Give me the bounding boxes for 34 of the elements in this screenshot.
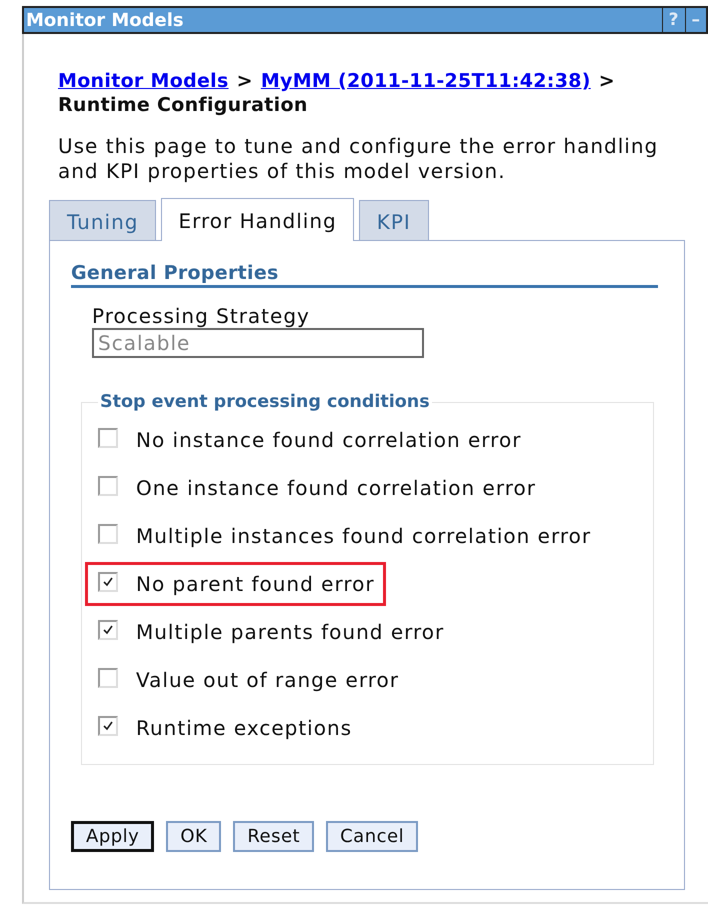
breadcrumb-separator: > bbox=[598, 69, 615, 93]
button[interactable]: Reset bbox=[233, 821, 314, 852]
checkbox-label: Runtime exceptions bbox=[136, 716, 352, 740]
page-title: Runtime Configuration bbox=[58, 93, 309, 117]
window-title: Monitor Models bbox=[25, 10, 184, 30]
breadcrumb-link[interactable]: Monitor Models bbox=[58, 69, 229, 93]
check-icon bbox=[102, 624, 114, 636]
checkbox[interactable] bbox=[98, 476, 118, 496]
button[interactable]: Cancel bbox=[326, 821, 418, 852]
check-icon bbox=[102, 720, 114, 732]
checkbox[interactable] bbox=[98, 620, 118, 640]
tab[interactable]: KPI bbox=[358, 200, 429, 240]
checkbox[interactable] bbox=[98, 668, 118, 688]
checkbox[interactable] bbox=[98, 428, 118, 448]
tab[interactable]: Tuning bbox=[49, 200, 156, 240]
checkbox-label: No parent found error bbox=[136, 572, 375, 596]
breadcrumb-link[interactable]: MyMM (2011-11-25T11:42:38) bbox=[260, 69, 591, 93]
button[interactable]: Apply bbox=[71, 821, 154, 852]
breadcrumb-separator: > bbox=[236, 69, 253, 93]
checkbox-label: Value out of range error bbox=[136, 668, 399, 692]
section-heading: General Properties bbox=[71, 262, 658, 288]
group-legend: Stop event processing conditions bbox=[98, 392, 432, 412]
check-icon bbox=[102, 576, 114, 588]
checkbox[interactable] bbox=[98, 572, 118, 592]
field-label: Processing Strategy bbox=[92, 304, 311, 328]
checkbox-label: Multiple instances found correlation error bbox=[136, 524, 592, 548]
checkbox[interactable] bbox=[98, 524, 118, 544]
checkbox-label: Multiple parents found error bbox=[136, 620, 444, 644]
checkbox-label: No instance found correlation error bbox=[136, 428, 522, 452]
tab[interactable]: Error Handling bbox=[161, 198, 354, 241]
button[interactable]: OK bbox=[166, 821, 222, 852]
checkbox[interactable] bbox=[98, 716, 118, 736]
checkbox-label: One instance found correlation error bbox=[136, 476, 536, 500]
page-description: Use this page to tune and configure the error handling and KPI properties of this model version. bbox=[58, 134, 660, 184]
